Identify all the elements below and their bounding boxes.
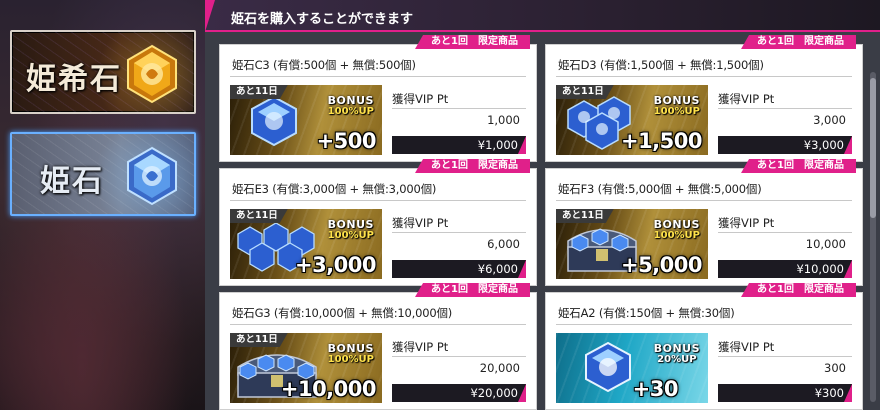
bonus-word: BONUS [327, 342, 374, 355]
divider [556, 200, 852, 201]
vip-label: 獲得VIP Pt [392, 92, 449, 106]
bonus-percent: 100%UP [327, 354, 374, 365]
bonus-amount: +3,000 [294, 253, 377, 277]
bonus-word: BONUS [653, 342, 700, 355]
price-button[interactable]: ¥10,000 [718, 260, 852, 278]
product-title: 姫石G3 (有償:10,000個 + 無償:10,000個) [232, 306, 453, 320]
tab-hime-kiseki[interactable]: 姫希石 [10, 30, 196, 114]
vip-points: 300 [824, 361, 846, 375]
vip-label: 獲得VIP Pt [392, 216, 449, 230]
bonus-amount: +1,500 [620, 129, 703, 153]
product-image: あと11日 BONUS 100%UP +1,500 [556, 85, 708, 155]
days-left-tag: あと11日 [230, 85, 288, 99]
product-image: あと11日 BONUS 100%UP +5,000 [556, 209, 708, 279]
bonus-percent: 20%UP [657, 354, 697, 365]
vip-points: 3,000 [813, 113, 846, 127]
sidebar-background-art [0, 220, 205, 410]
product-card-e3[interactable]: あと1回 限定商品 姫石E3 (有償:3,000個 + 無償:3,000個) あ… [219, 159, 537, 286]
bonus-percent: 100%UP [327, 230, 374, 241]
product-title: 姫石F3 (有償:5,000個 + 無償:5,000個) [558, 182, 762, 196]
product-title: 姫石D3 (有償:1,500個 + 無償:1,500個) [558, 58, 764, 72]
product-image: あと11日 BONUS 100%UP +500 [230, 85, 382, 155]
product-card-c3[interactable]: あと1回 限定商品 姫石C3 (有償:500個 + 無償:500個) あと11日… [219, 35, 537, 162]
product-card-g3[interactable]: あと1回 限定商品 姫石G3 (有償:10,000個 + 無償:10,000個)… [219, 283, 537, 410]
divider [230, 324, 526, 325]
bonus-label: BONUS 100%UP [328, 219, 374, 241]
bonus-word: BONUS [327, 218, 374, 231]
days-left-tag: あと11日 [556, 209, 614, 223]
limited-badge: あと1回 限定商品 [415, 35, 530, 49]
divider [392, 232, 526, 233]
tab-hime-ishi[interactable]: 姫石 [10, 132, 196, 216]
bonus-label: BONUS 100%UP [654, 95, 700, 117]
scrollbar-thumb[interactable] [870, 78, 876, 218]
vip-points: 10,000 [805, 237, 846, 251]
tab-hime-kiseki-label: 姫希石 [26, 62, 122, 97]
bonus-percent: 100%UP [327, 106, 374, 117]
divider [556, 76, 852, 77]
limited-badge: あと1回 限定商品 [415, 159, 530, 173]
page-title: 姫石を購入することができます [231, 12, 414, 27]
limited-badge: あと1回 限定商品 [741, 159, 856, 173]
bonus-label: BONUS 20%UP [654, 343, 700, 365]
divider [556, 324, 852, 325]
divider [230, 200, 526, 201]
days-left-tag: あと11日 [230, 209, 288, 223]
blue-gem-icon [127, 146, 177, 206]
divider [392, 356, 526, 357]
days-left-tag: あと11日 [230, 333, 288, 347]
price-button[interactable]: ¥6,000 [392, 260, 526, 278]
vip-points: 1,000 [487, 113, 520, 127]
scrollbar[interactable] [870, 72, 876, 402]
bonus-percent: 100%UP [653, 106, 700, 117]
product-card-a2[interactable]: あと1回 限定商品 姫石A2 (有償:150個 + 無償:30個) BONUS … [545, 283, 863, 410]
product-card-f3[interactable]: あと1回 限定商品 姫石F3 (有償:5,000個 + 無償:5,000個) あ… [545, 159, 863, 286]
divider [230, 76, 526, 77]
price-button[interactable]: ¥300 [718, 384, 852, 402]
product-title: 姫石C3 (有償:500個 + 無償:500個) [232, 58, 416, 72]
product-image: BONUS 20%UP +30 [556, 333, 708, 403]
gold-gem-icon [127, 44, 177, 104]
page-header: 姫石を購入することができます [205, 0, 880, 32]
bonus-amount: +500 [316, 129, 377, 153]
bonus-label: BONUS 100%UP [328, 343, 374, 365]
divider [392, 108, 526, 109]
limited-badge: あと1回 限定商品 [741, 35, 856, 49]
divider [718, 108, 852, 109]
bonus-word: BONUS [653, 94, 700, 107]
product-title: 姫石E3 (有償:3,000個 + 無償:3,000個) [232, 182, 437, 196]
price-button[interactable]: ¥3,000 [718, 136, 852, 154]
product-image: あと11日 BONUS 100%UP +10,000 [230, 333, 382, 403]
vip-label: 獲得VIP Pt [718, 340, 775, 354]
limited-badge: あと1回 限定商品 [415, 283, 530, 297]
price-button[interactable]: ¥20,000 [392, 384, 526, 402]
bonus-label: BONUS 100%UP [328, 95, 374, 117]
days-left-tag: あと11日 [556, 85, 614, 99]
bonus-amount: +30 [632, 377, 679, 401]
bonus-label: BONUS 100%UP [654, 219, 700, 241]
vip-points: 6,000 [487, 237, 520, 251]
divider [718, 232, 852, 233]
product-card-d3[interactable]: あと1回 限定商品 姫石D3 (有償:1,500個 + 無償:1,500個) あ… [545, 35, 863, 162]
product-image: あと11日 BONUS 100%UP +3,000 [230, 209, 382, 279]
bonus-amount: +5,000 [620, 253, 703, 277]
limited-badge: あと1回 限定商品 [741, 283, 856, 297]
vip-label: 獲得VIP Pt [392, 340, 449, 354]
bonus-percent: 100%UP [653, 230, 700, 241]
bonus-word: BONUS [327, 94, 374, 107]
blue-gem-icon [585, 341, 631, 393]
price-button[interactable]: ¥1,000 [392, 136, 526, 154]
vip-label: 獲得VIP Pt [718, 92, 775, 106]
bonus-amount: +10,000 [280, 377, 377, 401]
bonus-word: BONUS [653, 218, 700, 231]
tab-hime-ishi-label: 姫石 [40, 164, 104, 199]
vip-points: 20,000 [479, 361, 520, 375]
product-list: あと1回 限定商品 姫石C3 (有償:500個 + 無償:500個) あと11日… [205, 32, 880, 410]
sidebar: 姫希石 姫石 [0, 0, 205, 410]
divider [718, 356, 852, 357]
blue-gem-icon [251, 95, 297, 147]
vip-label: 獲得VIP Pt [718, 216, 775, 230]
product-title: 姫石A2 (有償:150個 + 無償:30個) [558, 306, 735, 320]
